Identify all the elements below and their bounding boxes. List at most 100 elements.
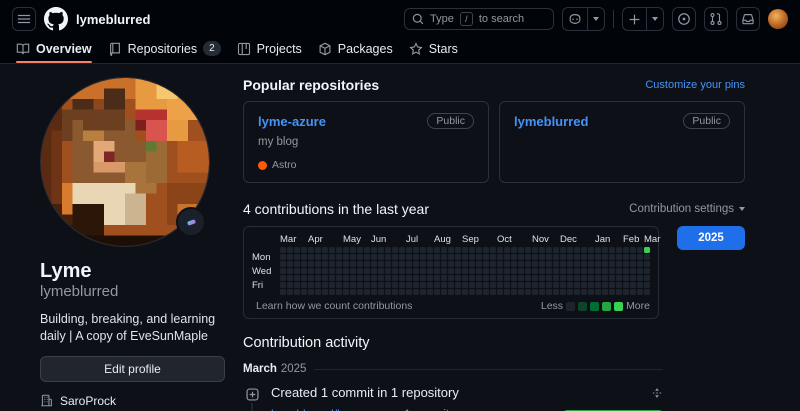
contribution-cell[interactable] — [560, 247, 566, 253]
contribution-cell[interactable] — [392, 268, 398, 274]
contribution-cell[interactable] — [280, 247, 286, 253]
contribution-cell[interactable] — [616, 289, 622, 295]
contribution-cell[interactable] — [595, 247, 601, 253]
contribution-cell[interactable] — [399, 275, 405, 281]
contribution-cell[interactable] — [406, 261, 412, 267]
contribution-cell[interactable] — [315, 261, 321, 267]
contribution-cell[interactable] — [357, 261, 363, 267]
contribution-cell[interactable] — [497, 289, 503, 295]
tab-stars[interactable]: Stars — [401, 38, 466, 63]
contribution-cell[interactable] — [637, 268, 643, 274]
contribution-cell[interactable] — [623, 261, 629, 267]
contribution-cell[interactable] — [637, 247, 643, 253]
contribution-cell[interactable] — [609, 282, 615, 288]
contribution-cell[interactable] — [455, 289, 461, 295]
contribution-cell[interactable] — [364, 289, 370, 295]
contribution-cell[interactable] — [560, 268, 566, 274]
contribution-cell[interactable] — [287, 282, 293, 288]
contribution-cell[interactable] — [574, 275, 580, 281]
contribution-cell[interactable] — [385, 282, 391, 288]
contribution-cell[interactable] — [280, 254, 286, 260]
user-avatar-small[interactable] — [768, 9, 788, 29]
contribution-cell[interactable] — [616, 254, 622, 260]
contribution-cell[interactable] — [609, 289, 615, 295]
contribution-cell[interactable] — [420, 268, 426, 274]
contribution-cell[interactable] — [378, 247, 384, 253]
contribution-cell[interactable] — [287, 254, 293, 260]
contribution-cell[interactable] — [546, 289, 552, 295]
contribution-cell[interactable] — [518, 247, 524, 253]
contribution-cell[interactable] — [336, 247, 342, 253]
tab-repositories[interactable]: Repositories 2 — [100, 37, 229, 63]
contribution-cell[interactable] — [308, 254, 314, 260]
activity-repo-link[interactable]: lymeblurred/lyme-azure — [271, 407, 396, 411]
contribution-cell[interactable] — [462, 289, 468, 295]
contribution-cell[interactable] — [588, 268, 594, 274]
contribution-cell[interactable] — [420, 254, 426, 260]
contribution-cell[interactable] — [399, 282, 405, 288]
contribution-cell[interactable] — [308, 268, 314, 274]
contribution-cell[interactable] — [609, 268, 615, 274]
contribution-cell[interactable] — [553, 254, 559, 260]
contribution-cell[interactable] — [539, 289, 545, 295]
contribution-cell[interactable] — [343, 247, 349, 253]
contribution-cell[interactable] — [616, 247, 622, 253]
contribution-cell[interactable] — [413, 268, 419, 274]
contribution-cell[interactable] — [518, 261, 524, 267]
contribution-cell[interactable] — [511, 289, 517, 295]
contribution-cell[interactable] — [343, 268, 349, 274]
contribution-cell[interactable] — [476, 254, 482, 260]
contribution-cell[interactable] — [308, 282, 314, 288]
contribution-cell[interactable] — [329, 268, 335, 274]
contribution-cell[interactable] — [546, 247, 552, 253]
contribution-cell[interactable] — [644, 254, 650, 260]
contribution-cell[interactable] — [301, 261, 307, 267]
contribution-cell[interactable] — [623, 282, 629, 288]
edit-profile-button[interactable]: Edit profile — [40, 356, 225, 382]
contribution-cell[interactable] — [413, 261, 419, 267]
contribution-cell[interactable] — [441, 268, 447, 274]
contribution-cell[interactable] — [630, 268, 636, 274]
contribution-cell[interactable] — [378, 254, 384, 260]
contribution-cell[interactable] — [511, 261, 517, 267]
contribution-cell[interactable] — [294, 247, 300, 253]
contribution-cell[interactable] — [588, 247, 594, 253]
contribution-cell[interactable] — [427, 254, 433, 260]
status-emoji-badge[interactable] — [176, 207, 206, 237]
contribution-cell[interactable] — [455, 282, 461, 288]
contribution-cell[interactable] — [364, 268, 370, 274]
contribution-cell[interactable] — [357, 289, 363, 295]
contribution-settings-dropdown[interactable]: Contribution settings — [629, 203, 745, 215]
contribution-cell[interactable] — [490, 254, 496, 260]
contribution-cell[interactable] — [532, 261, 538, 267]
contribution-cell[interactable] — [350, 289, 356, 295]
contribution-cell[interactable] — [329, 247, 335, 253]
copilot-dropdown-button[interactable] — [587, 8, 604, 30]
contribution-cell[interactable] — [574, 247, 580, 253]
contribution-cell[interactable] — [364, 282, 370, 288]
contribution-cell[interactable] — [504, 268, 510, 274]
contribution-cell[interactable] — [329, 289, 335, 295]
contribution-cell[interactable] — [581, 275, 587, 281]
contribution-cell[interactable] — [553, 247, 559, 253]
contribution-cell[interactable] — [371, 289, 377, 295]
contribution-cell[interactable] — [574, 289, 580, 295]
contribution-cell[interactable] — [385, 268, 391, 274]
contribution-cell[interactable] — [511, 247, 517, 253]
contribution-cell[interactable] — [280, 261, 286, 267]
contribution-cell[interactable] — [595, 254, 601, 260]
contribution-cell[interactable] — [532, 247, 538, 253]
contribution-cell[interactable] — [294, 254, 300, 260]
contribution-cell[interactable] — [301, 282, 307, 288]
contribution-cell[interactable] — [567, 247, 573, 253]
contribution-cell[interactable] — [630, 275, 636, 281]
contribution-cell[interactable] — [588, 254, 594, 260]
contribution-cell[interactable] — [322, 289, 328, 295]
contribution-cell[interactable] — [483, 261, 489, 267]
contribution-cell[interactable] — [441, 247, 447, 253]
contribution-cell[interactable] — [357, 268, 363, 274]
contribution-cell[interactable] — [350, 282, 356, 288]
contribution-cell[interactable] — [623, 275, 629, 281]
contribution-cell[interactable] — [644, 275, 650, 281]
contribution-cell[interactable] — [616, 268, 622, 274]
